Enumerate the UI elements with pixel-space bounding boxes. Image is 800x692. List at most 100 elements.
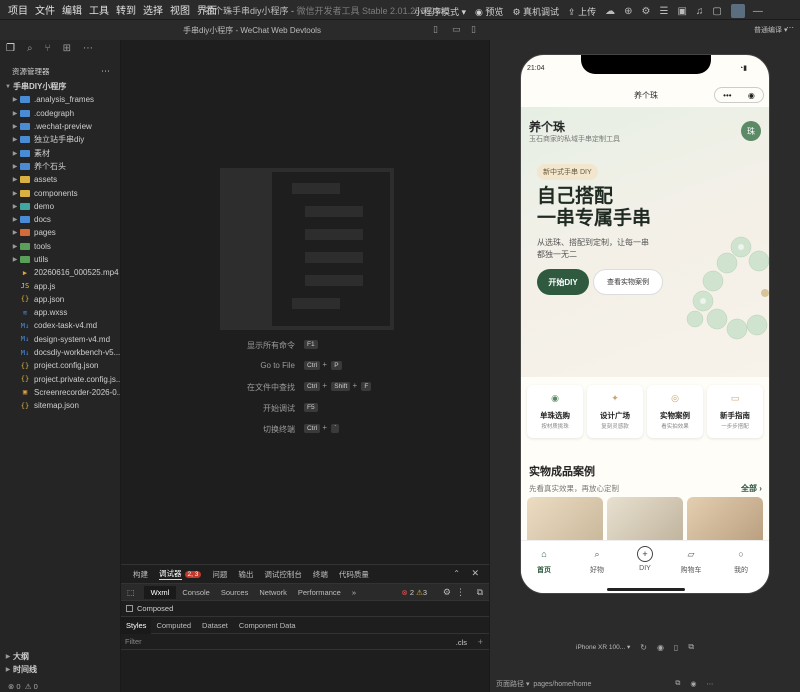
user-avatar[interactable] [730,4,745,18]
tab-styles[interactable]: Styles [121,616,152,634]
menu-project[interactable]: 项目 [8,2,28,17]
bag-icon[interactable]: ▢ [712,6,721,17]
tab-debugger[interactable]: 调试器 [159,568,182,580]
minimize-icon[interactable]: — [753,6,763,17]
tab-wxml[interactable]: Wxml [143,585,177,599]
eye-icon[interactable]: ◉ [690,680,696,688]
rotate-icon[interactable]: ↻ [640,643,647,652]
record-icon[interactable]: ◉ [657,643,664,652]
version-icon[interactable]: ⊕ [624,6,632,17]
target-icon[interactable]: ◉ [748,91,755,100]
tree-file[interactable]: JS app.js [0,279,120,292]
tab-computed[interactable]: Computed [156,621,191,630]
timeline-section[interactable]: ▶ 时间线 [0,663,120,676]
status-bar[interactable]: ⊗ 0 ⚠ 0 [0,680,120,692]
tree-folder[interactable]: ▶ .wechat-preview [0,120,120,133]
card-beginner-guide[interactable]: ▭ 新手指南 一步步搭配 [707,385,763,438]
tab-performance[interactable]: Performance [298,588,341,597]
preview-button[interactable]: ◉ 预览 [475,5,503,18]
outline-section[interactable]: ▶ 大纲 [0,650,120,663]
tab-sources[interactable]: Sources [221,588,249,597]
card-design-square[interactable]: ✦ 设计广场 复刻灵感款 [587,385,643,438]
phone-icon[interactable]: ▯ [674,643,678,652]
tree-file[interactable]: {} project.private.config.js... [0,373,120,386]
menu-goto[interactable]: 转到 [116,2,136,17]
tree-folder[interactable]: ▶ 素材 [0,146,120,159]
close-icon[interactable]: ✕ [471,568,479,579]
extensions-icon[interactable]: ⊞ [63,43,71,54]
menu-select[interactable]: 选择 [143,2,163,17]
page-path[interactable]: pages/home/home [533,681,591,688]
upload-button[interactable]: ⇪ 上传 [568,5,596,18]
tab-diy[interactable]: DIY [625,565,665,572]
tab-debug-console[interactable]: 调试控制台 [264,569,302,580]
kebab-icon[interactable]: ⋮ [456,587,465,598]
tree-folder[interactable]: ▶ assets [0,173,120,186]
capsule-menu[interactable]: ••• ◉ [714,87,764,103]
tree-file[interactable]: ▣ Screenrecorder-2026-0... [0,386,120,399]
mode-dropdown[interactable]: 小程序模式 ▾ [414,5,466,18]
device-dropdown[interactable]: iPhone XR 100... ▾ [576,643,630,651]
avatar[interactable]: 珠 [741,121,761,141]
git-icon[interactable]: ⑂ [45,43,51,54]
tree-folder[interactable]: ▶ .analysis_frames [0,93,120,106]
tab-home[interactable]: 首页 [524,565,564,575]
case-image-3[interactable] [687,497,763,545]
composed-checkbox[interactable] [126,605,133,612]
tab-console[interactable]: Console [182,588,210,597]
explorer-more-icon[interactable]: ⋯ [101,66,110,77]
tree-file[interactable]: {} sitemap.json [0,399,120,412]
tab-dataset[interactable]: Dataset [202,621,228,630]
tree-folder[interactable]: ▶ tools [0,240,120,253]
tab-mine[interactable]: 我的 [721,565,761,575]
device-debug-button[interactable]: ⚙ 真机调试 [512,5,559,18]
tree-root[interactable]: ▼ 手串DIY小程序 [0,80,120,93]
tree-file[interactable]: {} app.json [0,293,120,306]
tree-folder[interactable]: ▶ components [0,186,120,199]
toggle-sidebar-icon[interactable]: ▯ [433,24,438,35]
tab-goods[interactable]: 好物 [577,565,617,575]
menu-file[interactable]: 文件 [35,2,55,17]
compile-mode-dropdown[interactable]: 普通编译 ▾ [754,25,787,35]
cloud-icon[interactable]: ☁ [605,6,615,17]
detail-icon[interactable]: ☰ [659,6,668,17]
toggle-panel-icon[interactable]: ▭ [452,24,461,35]
tree-folder[interactable]: ▶ utils [0,253,120,266]
view-cases-button[interactable]: 查看实物案例 [593,269,663,295]
tree-folder[interactable]: ▶ pages [0,226,120,239]
more-icon[interactable]: ⋯ [706,680,713,688]
tab-output[interactable]: 输出 [238,569,253,580]
gear-icon[interactable]: ⚙ [443,587,451,598]
files-icon[interactable]: ❐ [6,43,15,54]
card-single-bead[interactable]: ◉ 单珠选购 按材质挑珠 [527,385,583,438]
case-image-2[interactable] [607,497,683,545]
tree-file[interactable]: ≋ app.wxss [0,306,120,319]
tree-folder[interactable]: ▶ docs [0,213,120,226]
dots-icon[interactable]: ••• [723,91,731,100]
tab-code-quality[interactable]: 代码质量 [339,569,369,580]
menu-view[interactable]: 视图 [170,2,190,17]
layout-icon[interactable]: ▣ [677,6,686,17]
filter-input[interactable]: Filter [125,637,142,646]
tree-file[interactable]: M↓ codex-task-v4.md [0,319,120,332]
popout-icon[interactable]: ⧉ [688,642,694,652]
add-rule-icon[interactable]: + [478,637,483,647]
tree-folder[interactable]: ▶ 独立站手串diy [0,133,120,146]
cls-toggle[interactable]: .cls [456,638,467,647]
chevron-up-icon[interactable]: ⌃ [453,569,460,578]
search-icon[interactable]: ⌕ [27,43,33,54]
more-icon[interactable]: ⋯ [786,23,794,32]
tree-folder[interactable]: ▶ demo [0,200,120,213]
tree-file[interactable]: ▶ 20260616_000525.mp4 [0,266,120,279]
tree-file[interactable]: M↓ design-system-v4.md [0,333,120,346]
menu-edit[interactable]: 编辑 [62,2,82,17]
tree-file[interactable]: {} project.config.json [0,359,120,372]
dock-icon[interactable]: ⧉ [477,587,483,598]
tab-cart[interactable]: 购物车 [671,565,711,575]
error-count[interactable]: ⊗ 2 ⚠3 [401,588,427,597]
settings-icon[interactable]: ⚙ [642,6,651,17]
tab-component-data[interactable]: Component Data [239,621,296,630]
tree-folder[interactable]: ▶ .codegraph [0,107,120,120]
tree-folder[interactable]: ▶ 养个石头 [0,160,120,173]
tab-problems[interactable]: 问题 [212,569,227,580]
